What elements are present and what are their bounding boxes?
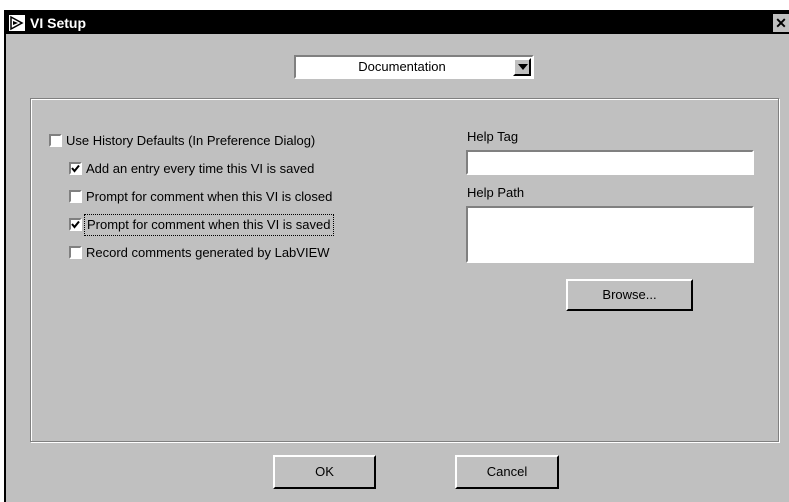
checkbox-box — [69, 162, 82, 175]
cancel-button[interactable]: Cancel — [455, 455, 559, 489]
title-bar[interactable]: VI Setup ✕ — [6, 12, 789, 34]
checkbox-box — [69, 190, 82, 203]
checkbox-label: Record comments generated by LabVIEW — [86, 245, 330, 260]
checkbox-label: Add an entry every time this VI is saved — [86, 161, 315, 176]
help-path-label: Help Path — [467, 185, 525, 200]
vi-setup-dialog: VI Setup ✕ Documentation Use History Def… — [4, 10, 789, 502]
checkbox-box — [49, 134, 62, 147]
help-tag-input[interactable] — [466, 150, 754, 175]
browse-button[interactable]: Browse... — [566, 279, 693, 311]
close-icon[interactable]: ✕ — [773, 14, 789, 32]
window-title: VI Setup — [30, 15, 87, 31]
category-dropdown-value: Documentation — [358, 59, 446, 74]
checkmark-icon — [71, 164, 80, 173]
checkmark-icon — [71, 220, 80, 229]
checkbox-box — [69, 218, 82, 231]
labview-vi-icon — [9, 15, 25, 31]
chevron-down-icon[interactable] — [513, 58, 531, 76]
documentation-panel: Use History Defaults (In Preference Dial… — [30, 98, 779, 442]
ok-button[interactable]: OK — [273, 455, 376, 489]
help-path-input[interactable] — [466, 206, 754, 263]
checkbox-label: Prompt for comment when this VI is saved — [83, 214, 335, 236]
help-tag-label: Help Tag — [467, 129, 519, 144]
category-dropdown[interactable]: Documentation — [294, 55, 534, 79]
checkbox-label: Use History Defaults (In Preference Dial… — [66, 133, 316, 148]
checkbox-box — [69, 246, 82, 259]
checkbox-label: Prompt for comment when this VI is close… — [86, 189, 333, 204]
